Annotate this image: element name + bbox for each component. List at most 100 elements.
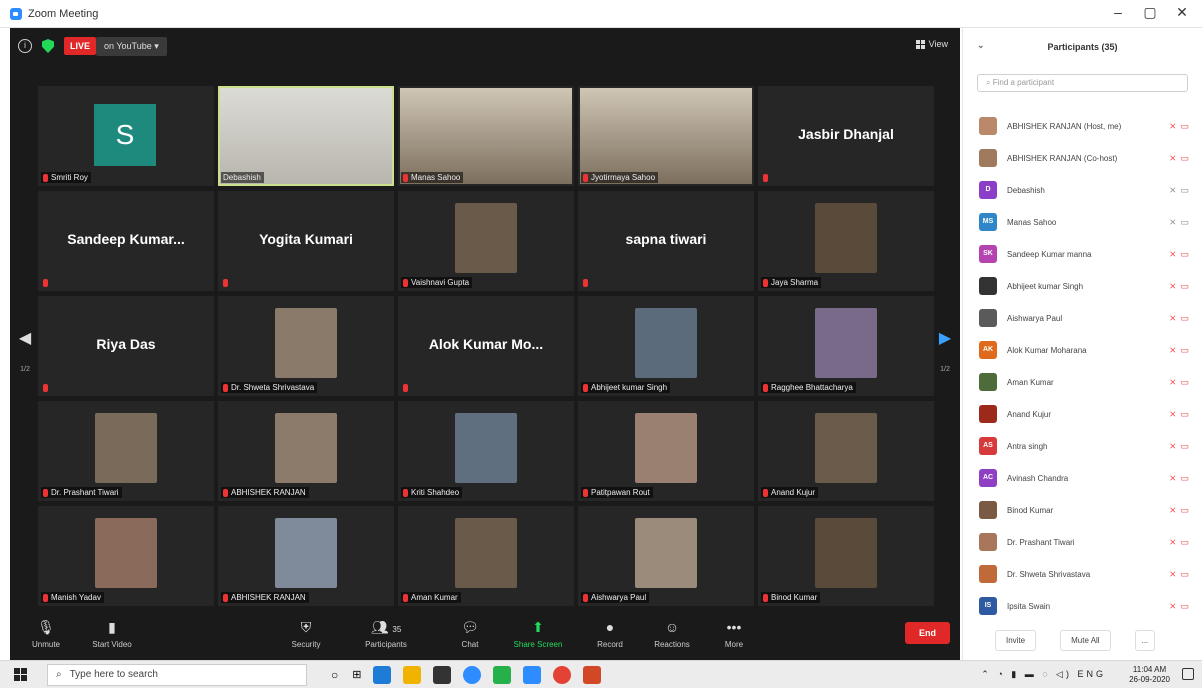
participant-row[interactable]: Anand Kujur ⨯▭: [963, 398, 1202, 430]
participant-row[interactable]: Dr. Shweta Shrivastava ⨯▭: [963, 558, 1202, 590]
participant-list-avatar: [979, 565, 997, 583]
zoom-meeting-taskbar-icon[interactable]: [523, 665, 542, 684]
participant-row[interactable]: AK Alok Kumar Moharana ⨯▭: [963, 334, 1202, 366]
participant-tile[interactable]: Ragghee Bhattacharya: [758, 296, 934, 396]
participant-tile[interactable]: Aishwarya Paul: [578, 506, 754, 606]
participant-row[interactable]: D Debashish ⨯▭: [963, 174, 1202, 206]
mic-muted-icon: [403, 384, 408, 392]
chat-button[interactable]: 💬︎ Chat: [440, 618, 500, 649]
chevron-down-icon[interactable]: ⌄: [977, 40, 985, 51]
mic-muted-icon: [583, 173, 588, 182]
record-button[interactable]: ● Record: [580, 618, 640, 649]
participant-row[interactable]: AC Avinash Chandra ⨯▭: [963, 462, 1202, 494]
minimize-button[interactable]: –: [1106, 4, 1130, 20]
participant-name-label: [401, 383, 414, 393]
participant-tile[interactable]: Abhijeet kumar Singh: [578, 296, 754, 396]
file-explorer-icon[interactable]: [403, 665, 422, 684]
live-badge[interactable]: LIVE: [64, 37, 97, 55]
participant-tile[interactable]: Jasbir Dhanjal: [758, 86, 934, 186]
powerpoint-icon[interactable]: [583, 665, 602, 684]
participant-name: Vaishnavi Gupta: [411, 278, 470, 287]
participant-tile[interactable]: Dr. Shweta Shrivastava: [218, 296, 394, 396]
zoom-taskbar-icon[interactable]: [463, 665, 482, 684]
participant-name-label: [581, 278, 594, 288]
participant-tile[interactable]: ABHISHEK RANJAN: [218, 506, 394, 606]
participant-tile[interactable]: Aman Kumar: [398, 506, 574, 606]
participant-tile[interactable]: Jaya Sharma: [758, 191, 934, 291]
panel-more-button[interactable]: ...: [1134, 629, 1156, 651]
participant-tile[interactable]: Manas Sahoo: [398, 86, 574, 186]
participant-name-label: Jyotirmaya Sahoo: [581, 172, 659, 183]
participant-row[interactable]: AS Antra singh ⨯▭: [963, 430, 1202, 462]
participant-row[interactable]: IS Ipsita Swain ⨯▭: [963, 590, 1202, 622]
participant-row[interactable]: Binod Kumar ⨯▭: [963, 494, 1202, 526]
live-destination-dropdown[interactable]: on YouTube ▾: [96, 36, 167, 56]
mic-video-muted-icons: ⨯▭: [1168, 121, 1193, 131]
participant-tile[interactable]: sapna tiwari: [578, 191, 754, 291]
participant-tile[interactable]: Vaishnavi Gupta: [398, 191, 574, 291]
participant-tile[interactable]: Debashish: [218, 86, 394, 186]
participant-tile[interactable]: Jyotirmaya Sahoo: [578, 86, 754, 186]
windows-start-icon[interactable]: [14, 668, 27, 681]
participant-name-label: Patitpawan Rout: [581, 487, 653, 498]
notification-icon[interactable]: [1182, 668, 1194, 680]
reactions-button[interactable]: ☺ Reactions: [642, 618, 702, 649]
participant-tile[interactable]: Patitpawan Rout: [578, 401, 754, 501]
info-icon[interactable]: i: [18, 39, 32, 53]
edge-browser-icon[interactable]: [373, 665, 392, 684]
participant-video: [580, 88, 752, 184]
security-button[interactable]: ⛨ Security: [276, 618, 336, 649]
mute-all-button[interactable]: Mute All: [1060, 629, 1111, 651]
share-screen-button[interactable]: ⬆ Share Screen: [508, 618, 568, 649]
view-button[interactable]: View: [915, 39, 948, 49]
participant-tile[interactable]: Manish Yadav: [38, 506, 214, 606]
participant-row[interactable]: ABHISHEK RANJAN (Host, me) ⨯▭: [963, 110, 1202, 142]
participant-name-label: [221, 278, 234, 288]
participant-row[interactable]: MS Manas Sahoo ⨯▭: [963, 206, 1202, 238]
participant-list-avatar: [979, 117, 997, 135]
participant-tile[interactable]: Alok Kumar Mo...: [398, 296, 574, 396]
participant-tile[interactable]: Binod Kumar: [758, 506, 934, 606]
participant-list-name: Avinash Chandra: [1007, 473, 1069, 483]
participant-tile[interactable]: Kriti Shahdeo: [398, 401, 574, 501]
unmute-button[interactable]: 🎙︎ Unmute: [16, 618, 76, 649]
mic-muted-icon: [763, 278, 768, 287]
video-grid: S Smriti Roy Debashish Manas Sahoo Jyotirmay…: [38, 86, 934, 606]
participant-tile[interactable]: Riya Das: [38, 296, 214, 396]
start-video-button[interactable]: ▮ Start Video: [82, 618, 142, 649]
more-button[interactable]: ••• More: [704, 618, 764, 649]
next-page-arrow-icon[interactable]: ▶: [938, 328, 952, 348]
participants-button[interactable]: 👥︎ 35 Participants: [356, 618, 416, 649]
participant-tile[interactable]: Dr. Prashant Tiwari: [38, 401, 214, 501]
participant-row[interactable]: Aishwarya Paul ⨯▭: [963, 302, 1202, 334]
prev-page-arrow-icon[interactable]: ◀: [18, 328, 32, 348]
cortana-icon[interactable]: ○: [331, 668, 338, 682]
clock[interactable]: 11:04 AM 26-09-2020: [1129, 665, 1170, 685]
participant-name-label: Vaishnavi Gupta: [401, 277, 473, 288]
participant-row[interactable]: Abhijeet kumar Singh ⨯▭: [963, 270, 1202, 302]
whatsapp-icon[interactable]: [493, 665, 512, 684]
participant-tile[interactable]: Sandeep Kumar...: [38, 191, 214, 291]
participant-row[interactable]: SK Sandeep Kumar manna ⨯▭: [963, 238, 1202, 270]
mail-icon[interactable]: [433, 665, 452, 684]
invite-button[interactable]: Invite: [995, 629, 1037, 651]
participant-search-input[interactable]: ⌕ Find a participant: [977, 74, 1188, 92]
system-tray-icons[interactable]: ⌃ ◔ ▮ ▬ ◌ ◁) ENG: [981, 669, 1106, 680]
participant-tile[interactable]: S Smriti Roy: [38, 86, 214, 186]
participant-tile[interactable]: ABHISHEK RANJAN: [218, 401, 394, 501]
mic-video-muted-icons: ⨯▭: [1168, 313, 1193, 323]
participant-tile[interactable]: Anand Kujur: [758, 401, 934, 501]
participant-row[interactable]: Aman Kumar ⨯▭: [963, 366, 1202, 398]
participant-row[interactable]: ABHISHEK RANJAN (Co-host) ⨯▭: [963, 142, 1202, 174]
maximize-button[interactable]: ▢: [1138, 4, 1162, 21]
task-view-icon[interactable]: ⊞: [352, 668, 361, 681]
participant-row[interactable]: Dr. Prashant Tiwari ⨯▭: [963, 526, 1202, 558]
end-meeting-button[interactable]: End: [905, 622, 950, 644]
participant-name-label: Dr. Shweta Shrivastava: [221, 382, 318, 393]
mic-muted-icon: [43, 173, 48, 182]
taskbar-search-input[interactable]: ⌕ Type here to search: [47, 663, 307, 686]
chrome-icon[interactable]: [553, 665, 572, 684]
close-button[interactable]: ✕: [1170, 4, 1194, 21]
participant-tile[interactable]: Yogita Kumari: [218, 191, 394, 291]
encryption-shield-icon[interactable]: [42, 39, 54, 53]
